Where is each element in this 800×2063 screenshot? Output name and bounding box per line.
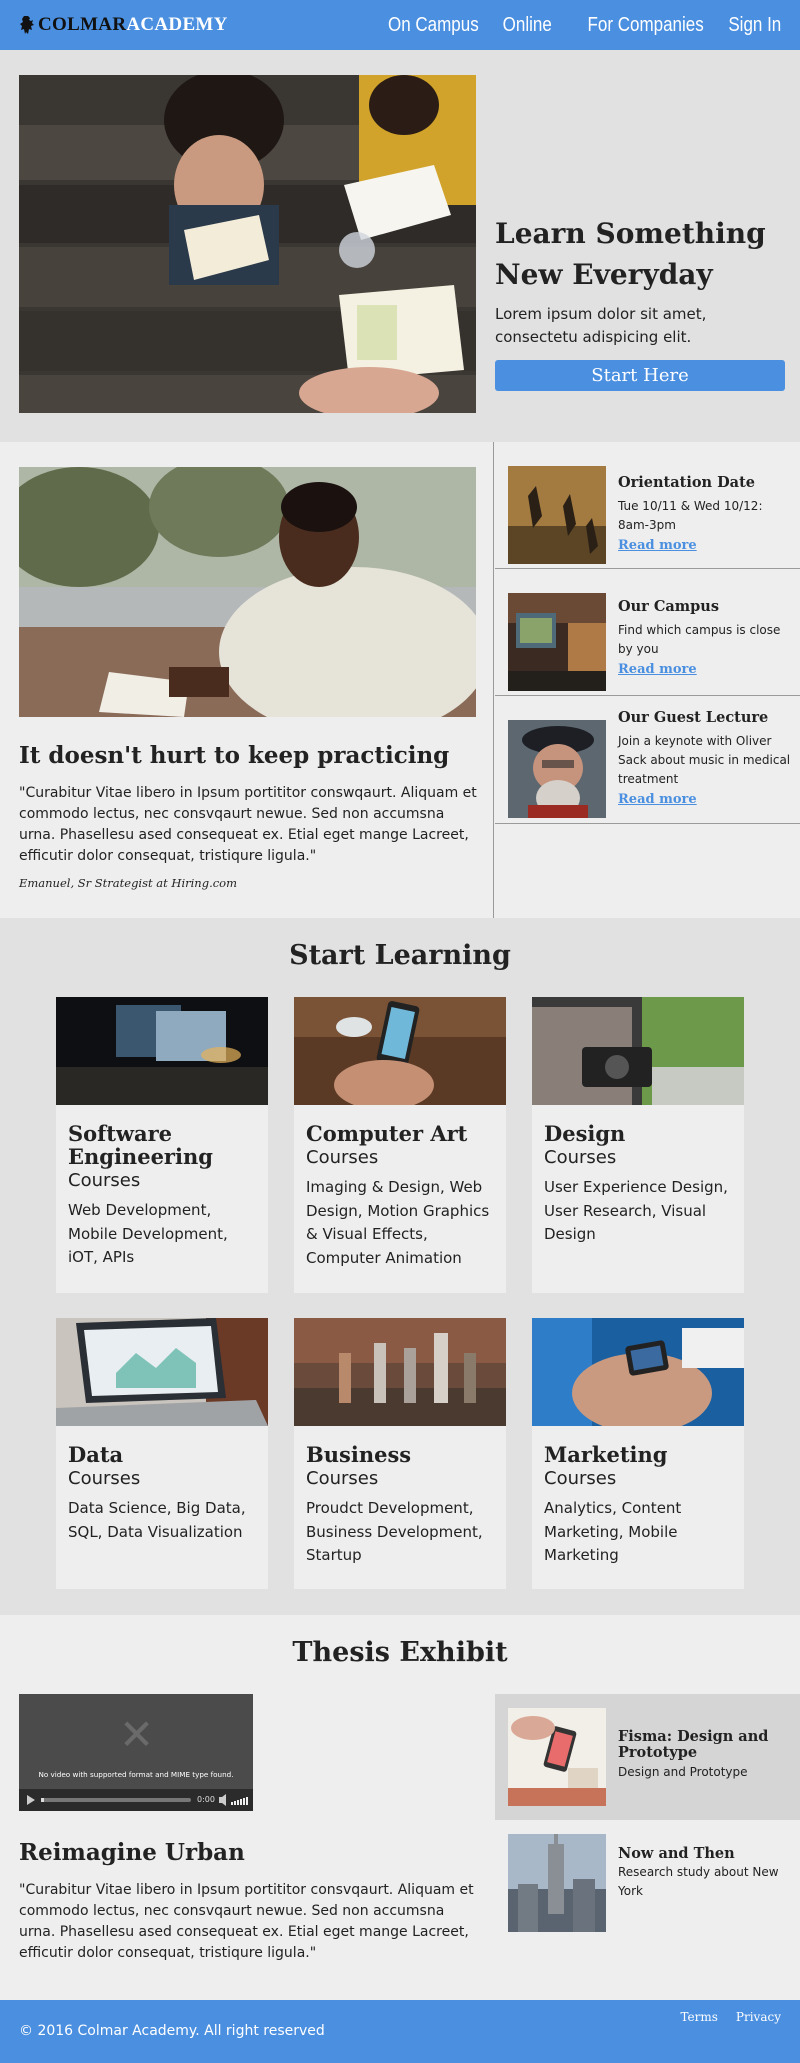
start-here-button[interactable]: Start Here [495,360,785,391]
event-thumbnail [508,466,606,564]
nav-online[interactable]: Online [503,14,552,37]
copyright: © 2016 Colmar Academy. All right reserve… [19,2023,325,2039]
thesis-project-title: Reimagine Urban [19,1839,245,1866]
exhibit-item[interactable]: Fisma: Design and Prototype Design and P… [495,1694,800,1820]
event-thumbnail [508,720,606,818]
course-image [56,1318,268,1426]
course-card[interactable]: Software Engineering Courses Web Develop… [56,997,268,1293]
feature-section: It doesn't hurt to keep practicing "Cura… [0,442,800,918]
event-description: Tue 10/11 & Wed 10/12: 8am-3pm [618,499,763,532]
course-description: User Experience Design, User Research, V… [544,1178,728,1243]
event-item: Our Guest Lecture Join a keynote with Ol… [495,696,800,824]
course-image [532,1318,744,1426]
hero-text: Learn Something New Everyday Lorem ipsum… [495,213,785,391]
testimonial: It doesn't hurt to keep practicing "Cura… [0,442,494,918]
exhibit-thumbnail [508,1708,606,1806]
video-error-icon: ✕ [119,1710,155,1759]
footer-terms-link[interactable]: Terms [680,2010,717,2024]
nav-sign-in[interactable]: Sign In [728,14,781,37]
course-title: Marketing [544,1442,668,1467]
course-subtitle: Courses [306,1147,379,1168]
course-title: Business [306,1442,412,1467]
video-time: 0:00 [197,1795,215,1804]
event-read-more-link[interactable]: Read more [618,792,697,807]
footer-links: Terms Privacy [680,2010,781,2024]
course-title: Software Engineering [68,1121,213,1169]
exhibit-item[interactable]: Now and Then Research study about New Yo… [495,1820,800,1946]
course-subtitle: Courses [544,1147,617,1168]
course-title: Computer Art [306,1121,468,1146]
event-description: Find which campus is close by you [618,623,781,656]
course-card[interactable]: Business Courses Proudct Development, Bu… [294,1318,506,1589]
hero-title: Learn Something New Everyday [495,217,766,291]
event-title: Our Campus [618,598,719,615]
logo-academy-text: ACADEMY [126,14,228,35]
event-read-more-link[interactable]: Read more [618,538,697,553]
hero-subtitle: Lorem ipsum dolor sit amet, consectetu a… [495,305,707,346]
course-description: Imaging & Design, Web Design, Motion Gra… [306,1178,490,1267]
site-header: COLMAR ACADEMY On Campus Online For Compa… [0,0,800,50]
video-error-message: No video with supported format and MIME … [38,1770,234,1779]
event-description: Join a keynote with Oliver Sack about mu… [618,734,791,786]
course-description: Analytics, Content Marketing, Mobile Mar… [544,1499,682,1564]
hero-image [19,75,476,413]
course-image [294,1318,506,1426]
exhibit-thumbnail [508,1834,606,1932]
events-list: Orientation Date Tue 10/11 & Wed 10/12: … [495,442,800,824]
exhibit-description: Research study about New York [618,1865,779,1898]
testimonial-author: Emanuel, Sr Strategist at Hiring.com [19,876,238,890]
nav-for-companies[interactable]: For Companies [588,14,704,37]
exhibit-description: Design and Prototype [618,1765,748,1779]
courses-section: Start Learning Software Engineering Cour… [0,918,800,1615]
hero-section: Learn Something New Everyday Lorem ipsum… [0,50,800,442]
video-controls: 0:00 [19,1789,253,1811]
video-player[interactable]: ✕ No video with supported format and MIM… [19,1694,253,1811]
course-card[interactable]: Computer Art Courses Imaging & Design, W… [294,997,506,1293]
site-footer: © 2016 Colmar Academy. All right reserve… [0,2000,800,2063]
nav-on-campus[interactable]: On Campus [388,14,479,37]
course-description: Proudct Development, Business Developmen… [306,1499,483,1564]
event-title: Our Guest Lecture [618,709,769,726]
course-title: Design [544,1121,626,1146]
volume-icon [219,1794,226,1806]
exhibit-title: Now and Then [618,1845,735,1862]
course-subtitle: Courses [306,1468,379,1489]
course-description: Data Science, Big Data, SQL, Data Visual… [68,1499,246,1541]
thesis-section-title: Thesis Exhibit [292,1637,508,1668]
course-subtitle: Courses [68,1468,141,1489]
lion-logo-icon [20,16,34,34]
logo-colmar-text: COLMAR [38,14,127,35]
course-card[interactable]: Data Courses Data Science, Big Data, SQL… [56,1318,268,1589]
footer-privacy-link[interactable]: Privacy [736,2010,781,2024]
event-thumbnail [508,593,606,691]
course-image [56,997,268,1105]
course-card[interactable]: Marketing Courses Analytics, Content Mar… [532,1318,744,1589]
course-subtitle: Courses [544,1468,617,1489]
event-item: Our Campus Find which campus is close by… [495,569,800,696]
testimonial-quote: "Curabitur Vitae libero in Ipsum portiti… [19,785,477,864]
event-item: Orientation Date Tue 10/11 & Wed 10/12: … [495,442,800,569]
thesis-section: Thesis Exhibit ✕ No video with supported… [0,1615,800,2000]
feature-image [19,467,476,717]
play-icon [27,1795,35,1805]
course-title: Data [68,1442,124,1467]
course-card[interactable]: Design Courses User Experience Design, U… [532,997,744,1293]
thesis-project-quote: "Curabitur Vitae libero in Ipsum portiti… [19,1882,474,1961]
course-description: Web Development, Mobile Development, iOT… [68,1201,228,1266]
course-image [294,997,506,1105]
logo[interactable]: COLMAR ACADEMY [19,14,228,36]
testimonial-title: It doesn't hurt to keep practicing [19,742,450,769]
course-subtitle: Courses [68,1170,141,1191]
video-progress [41,1798,191,1802]
event-title: Orientation Date [618,474,755,491]
exhibit-title: Fisma: Design and Prototype [618,1728,769,1761]
course-image [532,997,744,1105]
main-nav: On Campus Online For Companies Sign In [372,14,781,37]
courses-section-title: Start Learning [289,940,511,971]
event-read-more-link[interactable]: Read more [618,662,697,677]
